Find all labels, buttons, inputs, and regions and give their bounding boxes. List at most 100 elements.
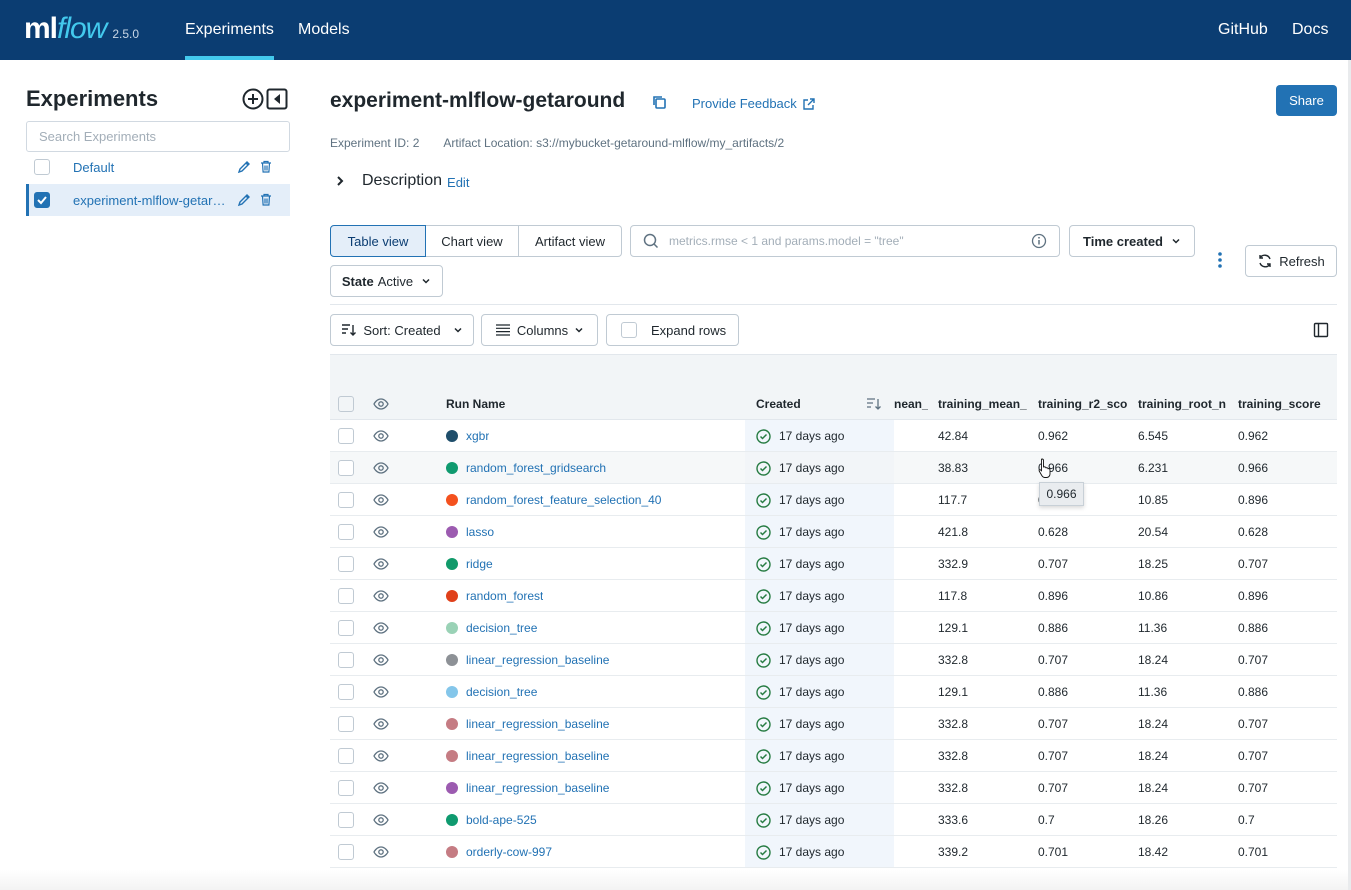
nav-models[interactable]: Models: [298, 0, 350, 60]
table-row[interactable]: linear_regression_baseline 17 days ago 332…: [330, 708, 1337, 740]
search-experiments-input[interactable]: [26, 121, 290, 152]
row-visibility-toggle[interactable]: [373, 516, 389, 548]
table-row[interactable]: random_forest_feature_selection_40 17 day…: [330, 484, 1337, 516]
row-select-cell[interactable]: [338, 420, 354, 452]
run-name-cell[interactable]: random_forest: [446, 580, 543, 612]
run-name-link[interactable]: orderly-cow-997: [466, 845, 552, 859]
table-row[interactable]: lasso 17 days ago 421.8 0.628 20.54 0.628: [330, 516, 1337, 548]
run-name-cell[interactable]: lasso: [446, 516, 494, 548]
run-name-link[interactable]: bold-ape-525: [466, 813, 537, 827]
table-row[interactable]: linear_regression_baseline 17 days ago 332…: [330, 740, 1337, 772]
eye-icon[interactable]: [373, 462, 389, 474]
row-select-cell[interactable]: [338, 580, 354, 612]
header-created[interactable]: Created: [756, 388, 801, 420]
row-checkbox[interactable]: [338, 492, 354, 508]
row-select-cell[interactable]: [338, 484, 354, 516]
run-search-box[interactable]: [630, 225, 1060, 257]
experiment-name[interactable]: Default: [73, 160, 228, 175]
row-visibility-toggle[interactable]: [373, 452, 389, 484]
run-name-link[interactable]: linear_regression_baseline: [466, 749, 609, 763]
tab-table-view[interactable]: Table view: [330, 225, 426, 257]
experiment-name[interactable]: experiment-mlflow-getaround: [73, 193, 228, 208]
row-checkbox[interactable]: [338, 812, 354, 828]
time-created-dropdown[interactable]: Time created: [1069, 225, 1195, 257]
tab-artifact-view[interactable]: Artifact view: [519, 225, 622, 257]
header-metric-nean[interactable]: nean_: [894, 388, 928, 420]
eye-icon[interactable]: [373, 526, 389, 538]
row-select-cell[interactable]: [338, 804, 354, 836]
row-select-cell[interactable]: [338, 676, 354, 708]
row-select-cell[interactable]: [338, 452, 354, 484]
eye-icon[interactable]: [373, 750, 389, 762]
row-checkbox[interactable]: [338, 780, 354, 796]
more-options-icon[interactable]: [1212, 250, 1228, 270]
experiment-checkbox-checked[interactable]: [34, 192, 50, 208]
run-name-cell[interactable]: linear_regression_baseline: [446, 772, 609, 804]
sidebar-item-default[interactable]: Default: [26, 151, 290, 183]
row-select-cell[interactable]: [338, 612, 354, 644]
row-checkbox[interactable]: [338, 460, 354, 476]
run-name-cell[interactable]: linear_regression_baseline: [446, 740, 609, 772]
info-icon[interactable]: [1031, 233, 1047, 249]
sidebar-item-experiment-mlflow-getaround[interactable]: experiment-mlflow-getaround: [26, 184, 290, 216]
row-visibility-toggle[interactable]: [373, 580, 389, 612]
run-name-link[interactable]: xgbr: [466, 429, 489, 443]
row-checkbox[interactable]: [338, 588, 354, 604]
row-checkbox[interactable]: [338, 684, 354, 700]
edit-pencil-icon[interactable]: [236, 159, 252, 175]
table-row[interactable]: decision_tree 17 days ago 129.1 0.886 11.36 0…: [330, 676, 1337, 708]
row-visibility-toggle[interactable]: [373, 548, 389, 580]
header-training-root[interactable]: training_root_n: [1138, 388, 1230, 420]
run-name-cell[interactable]: xgbr: [446, 420, 489, 452]
collapse-sidebar-icon[interactable]: [266, 88, 288, 110]
row-select-cell[interactable]: [338, 644, 354, 676]
table-row[interactable]: orderly-cow-997 17 days ago 339.2 0.701 18.4…: [330, 836, 1337, 868]
eye-icon[interactable]: [373, 430, 389, 442]
header-training-score[interactable]: training_score: [1238, 388, 1337, 420]
row-visibility-toggle[interactable]: [373, 804, 389, 836]
edit-pencil-icon[interactable]: [236, 192, 252, 208]
run-name-cell[interactable]: orderly-cow-997: [446, 836, 552, 868]
share-button[interactable]: Share: [1276, 85, 1337, 116]
row-checkbox[interactable]: [338, 748, 354, 764]
nav-github[interactable]: GitHub: [1218, 0, 1268, 60]
sort-dropdown[interactable]: Sort: Created: [330, 314, 474, 346]
header-training-mean[interactable]: training_mean_: [938, 388, 1030, 420]
row-visibility-toggle[interactable]: [373, 420, 389, 452]
description-section[interactable]: Description Edit: [334, 172, 469, 190]
eye-icon[interactable]: [373, 558, 389, 570]
copy-icon[interactable]: [651, 94, 667, 110]
run-name-link[interactable]: random_forest: [466, 589, 543, 603]
run-name-cell[interactable]: random_forest_gridsearch: [446, 452, 606, 484]
table-row[interactable]: ridge 17 days ago 332.9 0.707 18.25 0.707: [330, 548, 1337, 580]
table-row[interactable]: bold-ape-525 17 days ago 333.6 0.7 18.26 0.7: [330, 804, 1337, 836]
description-edit-link[interactable]: Edit: [447, 175, 469, 190]
run-search-input[interactable]: [669, 234, 1031, 248]
eye-icon[interactable]: [373, 654, 389, 666]
select-all-cell[interactable]: [338, 388, 354, 420]
select-all-checkbox[interactable]: [338, 396, 354, 412]
eye-icon[interactable]: [373, 686, 389, 698]
nav-experiments[interactable]: Experiments: [185, 0, 274, 60]
columns-dropdown[interactable]: Columns: [481, 314, 598, 346]
run-name-cell[interactable]: linear_regression_baseline: [446, 644, 609, 676]
run-name-link[interactable]: ridge: [466, 557, 493, 571]
trash-icon[interactable]: [259, 160, 273, 174]
run-name-cell[interactable]: ridge: [446, 548, 493, 580]
row-checkbox[interactable]: [338, 428, 354, 444]
run-name-cell[interactable]: decision_tree: [446, 612, 537, 644]
chevron-right-icon[interactable]: [334, 175, 346, 187]
row-select-cell[interactable]: [338, 740, 354, 772]
row-visibility-toggle[interactable]: [373, 740, 389, 772]
row-checkbox[interactable]: [338, 716, 354, 732]
eye-icon[interactable]: [373, 590, 389, 602]
eye-icon[interactable]: [373, 782, 389, 794]
run-name-cell[interactable]: random_forest_feature_selection_40: [446, 484, 661, 516]
row-visibility-toggle[interactable]: [373, 484, 389, 516]
row-select-cell[interactable]: [338, 548, 354, 580]
table-row[interactable]: linear_regression_baseline 17 days ago 332…: [330, 772, 1337, 804]
run-name-cell[interactable]: linear_regression_baseline: [446, 708, 609, 740]
row-checkbox[interactable]: [338, 652, 354, 668]
run-name-link[interactable]: decision_tree: [466, 621, 537, 635]
table-row[interactable]: random_forest 17 days ago 117.8 0.896 10.86 0…: [330, 580, 1337, 612]
